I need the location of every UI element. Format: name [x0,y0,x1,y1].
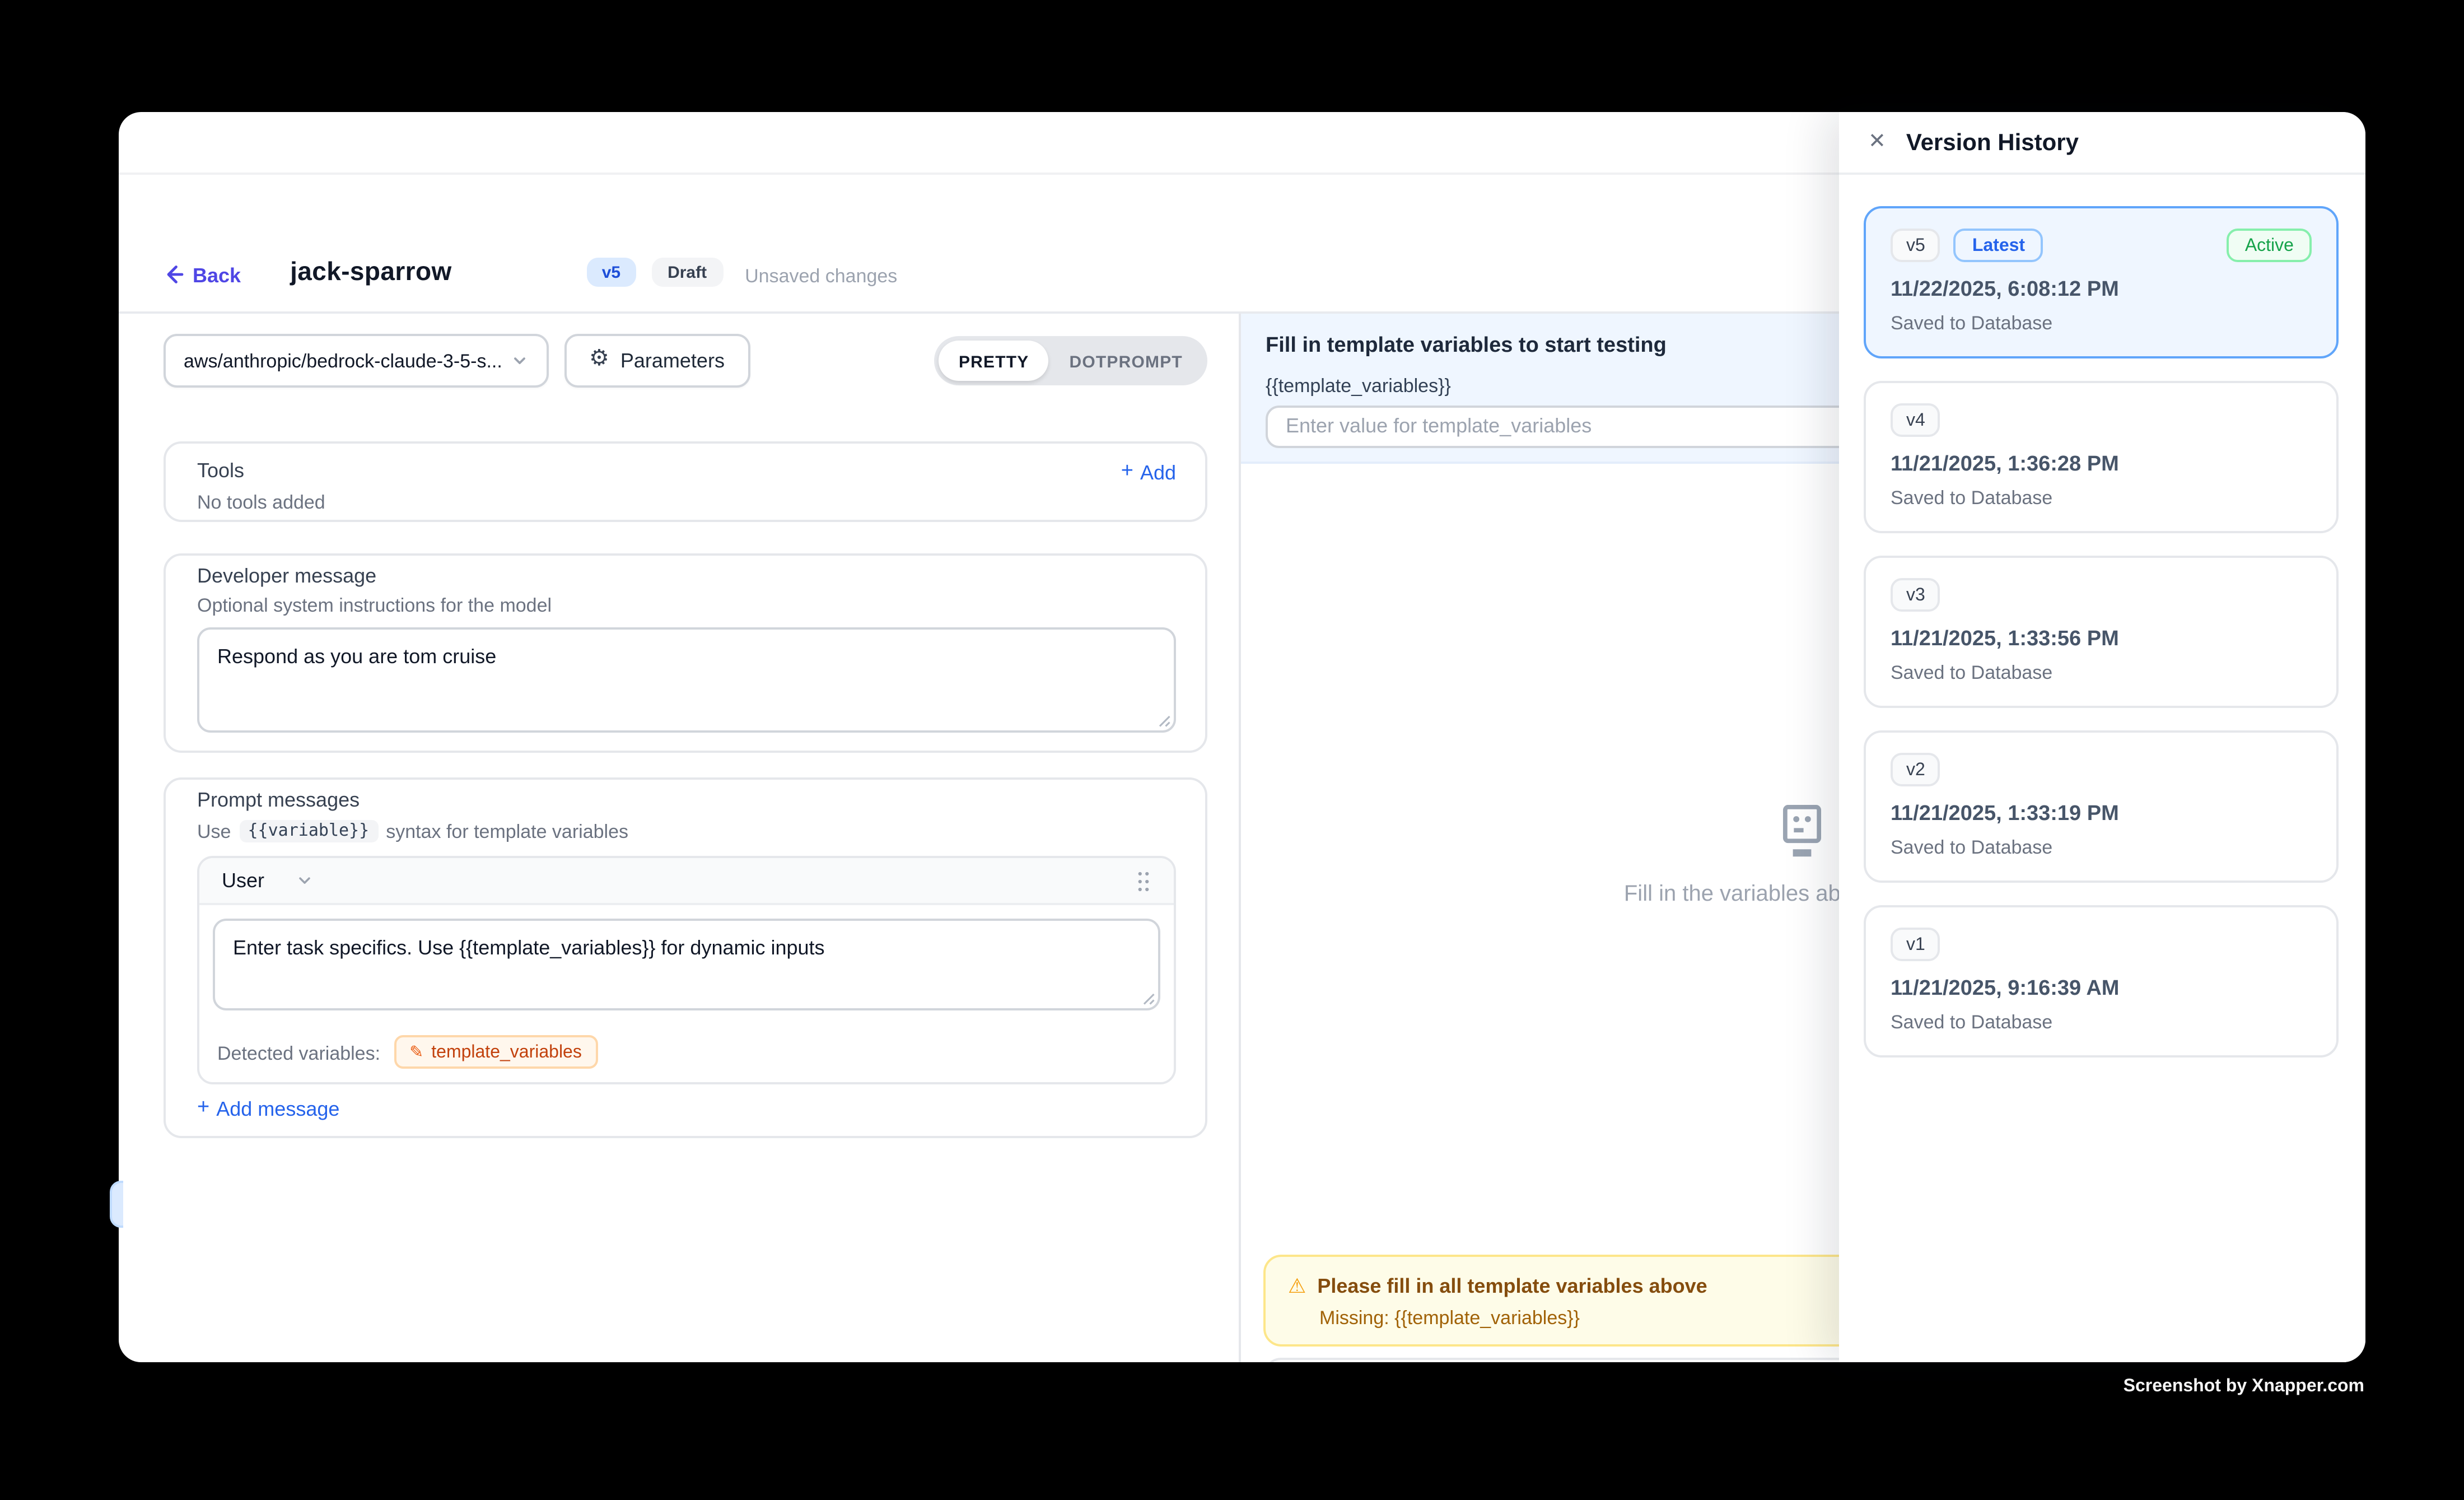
plus-icon: + [1121,461,1133,482]
message-content-input[interactable]: Enter task specifics. Use {{template_var… [213,919,1160,1010]
arrow-left-icon [164,264,184,285]
warning-title: Please fill in all template variables ab… [1317,1275,1707,1297]
format-toggle: PRETTY DOTPROMPT [934,336,1207,385]
no-tools-text: No tools added [197,493,1176,513]
model-selector-value: aws/anthropic/bedrock-claude-3-5-s... [184,350,511,372]
version-timestamp: 11/21/2025, 1:36:28 PM [1891,453,2312,477]
active-badge: Active [2227,229,2312,262]
version-number-badge: v5 [1891,229,1941,262]
plus-icon: + [197,1098,209,1120]
version-card[interactable]: v3 11/21/2025, 1:33:56 PM Saved to Datab… [1864,556,2339,708]
resize-handle-icon[interactable] [1156,711,1172,727]
toggle-dotprompt[interactable]: DOTPROMPT [1049,341,1203,381]
prompt-editor-column: aws/anthropic/bedrock-claude-3-5-s... ⚙ … [118,313,1241,1361]
page-title: jack-sparrow [290,259,452,286]
add-tool-label: Add [1140,460,1176,483]
version-card[interactable]: v5 Latest Active 11/22/2025, 6:08:12 PM … [1864,206,2339,358]
detected-variable-name: template_variables [431,1043,582,1061]
detected-variables-row: Detected variables: ✎ template_variables [199,1024,1174,1082]
model-selector[interactable]: aws/anthropic/bedrock-claude-3-5-s... [164,334,549,388]
pen-icon: ✎ [409,1044,423,1060]
screenshot-stage: Back jack-sparrow v5 Draft Unsaved chang… [0,0,2464,1500]
version-history-title: Version History [1906,129,2079,156]
version-badge: v5 [586,258,636,286]
variable-syntax-chip: {{variable}} [239,819,379,842]
prompt-messages-subtitle: Use {{variable}} syntax for template var… [197,819,1176,842]
subtitle-prefix: Use [197,819,231,842]
detected-variables-label: Detected variables: [217,1041,380,1063]
parameters-label: Parameters [620,350,725,372]
version-number-badge: v3 [1891,578,1941,612]
add-message-button[interactable]: + Add message [197,1098,1176,1120]
version-card[interactable]: v4 11/21/2025, 1:36:28 PM Saved to Datab… [1864,381,2339,533]
add-message-label: Add message [216,1098,339,1120]
version-history-list: v5 Latest Active 11/22/2025, 6:08:12 PM … [1839,175,2364,1058]
version-saved-status: Saved to Database [1891,1010,2312,1033]
message-body: Enter task specifics. Use {{template_var… [199,905,1174,1024]
message-role-selector[interactable]: User [222,869,314,892]
latest-badge: Latest [1954,229,2043,262]
watermark-text: Screenshot by Xnapper.com [2124,1375,2364,1395]
version-saved-status: Saved to Database [1891,661,2312,683]
detected-variable-chip[interactable]: ✎ template_variables [394,1035,598,1069]
version-number-badge: v4 [1891,403,1941,437]
chevron-down-icon [511,352,529,370]
tools-title: Tools [197,459,244,484]
developer-message-section: Developer message Optional system instru… [164,553,1207,752]
back-label: Back [193,263,241,286]
version-timestamp: 11/22/2025, 6:08:12 PM [1891,278,2312,302]
resize-handle-icon[interactable] [1140,990,1156,1006]
back-button[interactable]: Back [164,263,241,286]
developer-message-input[interactable]: Respond as you are tom cruise [197,626,1176,732]
version-history-header: ✕ Version History [1839,112,2364,175]
prompt-messages-section: Prompt messages Use {{variable}} syntax … [164,776,1207,1138]
version-saved-status: Saved to Database [1891,486,2312,509]
version-timestamp: 11/21/2025, 1:33:19 PM [1891,802,2312,827]
version-timestamp: 11/21/2025, 9:16:39 AM [1891,977,2312,1001]
version-history-panel: ✕ Version History v5 Latest Active 11/22… [1839,112,2364,1361]
add-tool-button[interactable]: + Add [1121,460,1176,483]
version-timestamp: 11/21/2025, 1:33:56 PM [1891,627,2312,652]
chevron-down-icon [296,872,314,889]
draft-status-badge: Draft [652,258,722,286]
message-role-value: User [222,869,264,892]
parameters-button[interactable]: ⚙ Parameters [564,334,749,388]
version-card[interactable]: v2 11/21/2025, 1:33:19 PM Saved to Datab… [1864,730,2339,883]
version-saved-status: Saved to Database [1891,836,2312,858]
subtitle-suffix: syntax for template variables [386,819,628,842]
prompt-messages-title: Prompt messages [197,788,1176,812]
version-number-badge: v1 [1891,928,1941,961]
tools-section: Tools + Add No tools added [164,441,1207,522]
message-header: User [199,858,1174,905]
unsaved-changes-text: Unsaved changes [745,263,897,286]
version-card[interactable]: v1 11/21/2025, 9:16:39 AM Saved to Datab… [1864,905,2339,1058]
left-edge-drawer-tab[interactable] [109,1181,122,1228]
model-toolbar: aws/anthropic/bedrock-claude-3-5-s... ⚙ … [164,334,1207,388]
robot-face-icon [1772,799,1833,861]
drag-handle-icon[interactable] [1136,868,1151,893]
version-saved-status: Saved to Database [1891,311,2312,334]
toggle-pretty[interactable]: PRETTY [939,341,1049,381]
gear-icon: ⚙ [589,350,609,372]
close-icon[interactable]: ✕ [1868,132,1886,153]
message-block: User [197,856,1176,1084]
version-number-badge: v2 [1891,753,1941,786]
developer-message-subtitle: Optional system instructions for the mod… [197,596,1176,616]
warning-icon: ⚠ [1288,1276,1306,1296]
developer-message-title: Developer message [197,565,1176,589]
